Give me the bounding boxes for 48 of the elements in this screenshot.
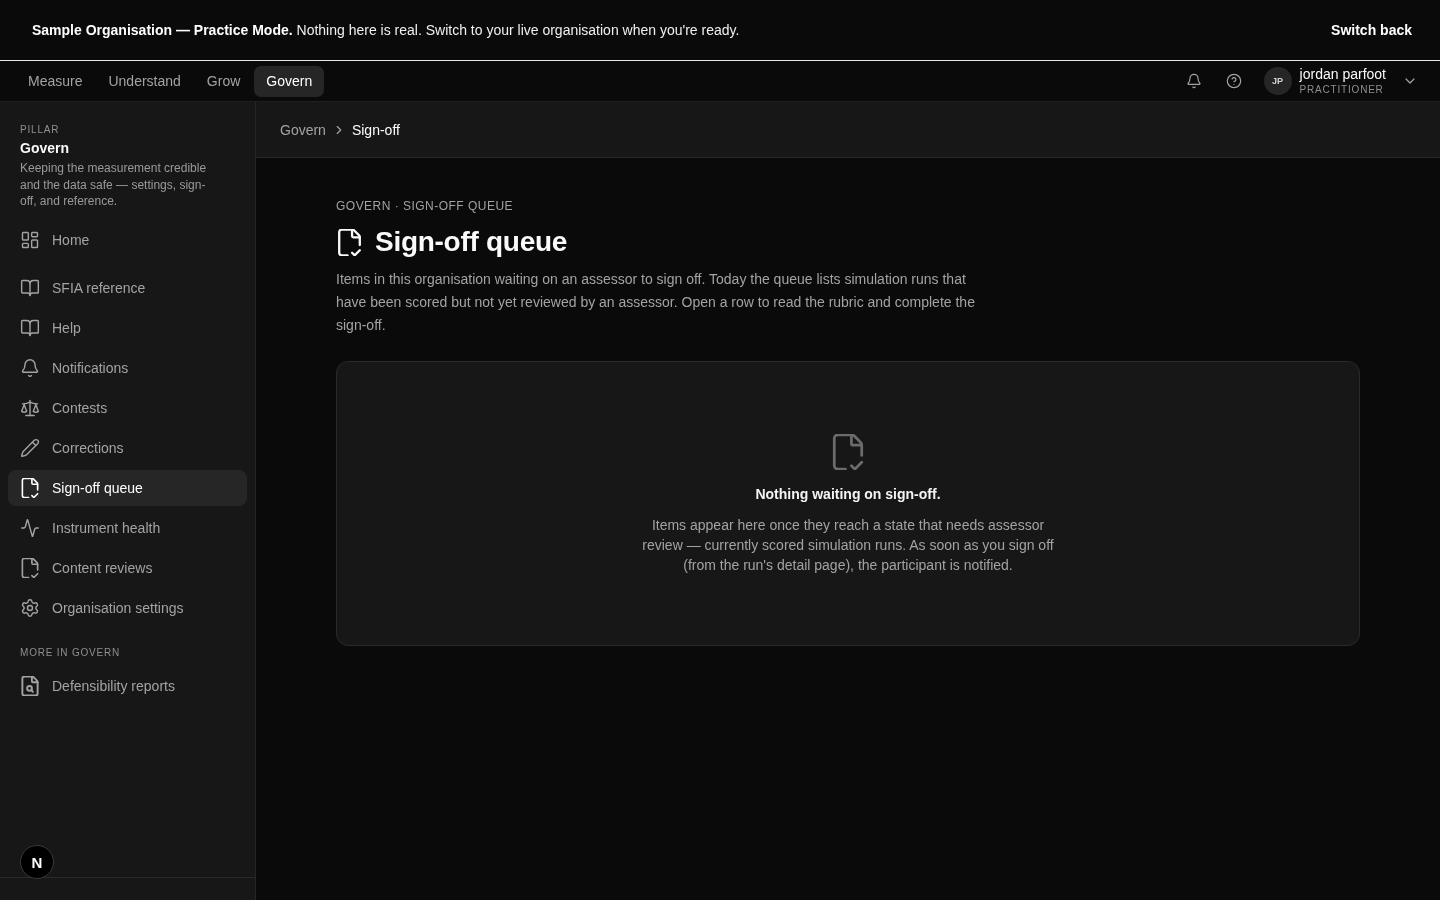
book-icon <box>20 317 40 338</box>
book-icon <box>20 277 40 298</box>
user-name: jordan parfoot <box>1299 67 1386 81</box>
bell-icon <box>20 357 40 378</box>
help-icon <box>1225 73 1242 89</box>
user-role: PRACTITIONER <box>1299 85 1384 95</box>
section-heading: MORE IN GOVERN <box>19 646 122 658</box>
empty-state-title: Nothing waiting on sign-off. <box>755 486 941 502</box>
nav-tab[interactable]: Understand <box>96 65 193 97</box>
user-menu-button[interactable]: JP jordan parfoot PRACTITIONER <box>1263 67 1418 95</box>
page-title: Sign-off queue <box>375 225 568 259</box>
page-eyebrow: GOVERN · SIGN-OFF QUEUE <box>336 199 515 213</box>
sidebar-item[interactable]: Defensibility reports <box>8 667 247 704</box>
sidebar-item[interactable]: Contests <box>8 389 247 426</box>
sidebar-item[interactable]: SFIA reference <box>8 269 247 306</box>
sidebar-item[interactable]: Instrument health <box>8 509 247 546</box>
file-check-icon <box>830 434 866 470</box>
sidebar-eyebrow: PILLAR <box>20 124 61 135</box>
sidebar-item[interactable]: Help <box>8 309 247 346</box>
dashboard-icon <box>20 229 40 250</box>
sidebar-description: Keeping the measurement credible and the data safe — settings, sign-off, and reference. <box>20 160 208 210</box>
nav-tab[interactable]: Measure <box>16 65 95 97</box>
file-check-icon <box>20 557 40 578</box>
settings-icon <box>20 597 40 618</box>
banner-message: Sample Organisation — Practice Mode. Nothing here is real. Switch to your live organisation when you're ready. <box>32 22 740 38</box>
pulse-icon <box>20 517 40 538</box>
nav-tab[interactable]: Grow <box>194 65 253 97</box>
user-avatar: JP <box>1263 67 1292 95</box>
breadcrumb-link[interactable]: Sign-off <box>351 121 400 138</box>
sidebar-item[interactable]: Content reviews <box>8 549 247 586</box>
empty-state-message: Items appear here once they reach a state that needs assessor review — currently scored simulation runs. As soon as you sign off (from the run's detail page), the participant is notified. <box>641 516 1055 575</box>
sidebar-title: Govern <box>20 140 70 156</box>
page-description: Items in this organisation waiting on an assessor to sign off. Today the queue lists simulation runs that have been scored but not yet reviewed by an assessor. Open a row to read the rubric and complete the sign-off. <box>336 270 976 335</box>
sidebar-item[interactable]: Corrections <box>8 429 247 466</box>
file-check-icon <box>336 228 363 256</box>
breadcrumb-link[interactable]: Govern <box>280 121 326 138</box>
switch-back-button[interactable]: Switch back <box>1323 16 1420 44</box>
file-search-icon <box>20 675 40 696</box>
file-check-icon <box>20 477 40 498</box>
sidebar-item[interactable]: Home <box>8 221 247 258</box>
sidebar-item[interactable]: Notifications <box>8 349 247 386</box>
sidebar-item[interactable]: Organisation settings <box>8 589 247 626</box>
scale-icon <box>20 397 40 418</box>
nav-tab[interactable]: Govern <box>254 65 325 97</box>
dev-tools-button[interactable]: N <box>20 845 54 879</box>
bell-icon <box>1185 73 1202 89</box>
sidebar-item[interactable]: Sign-off queue <box>8 469 247 506</box>
pencil-icon <box>20 437 40 458</box>
